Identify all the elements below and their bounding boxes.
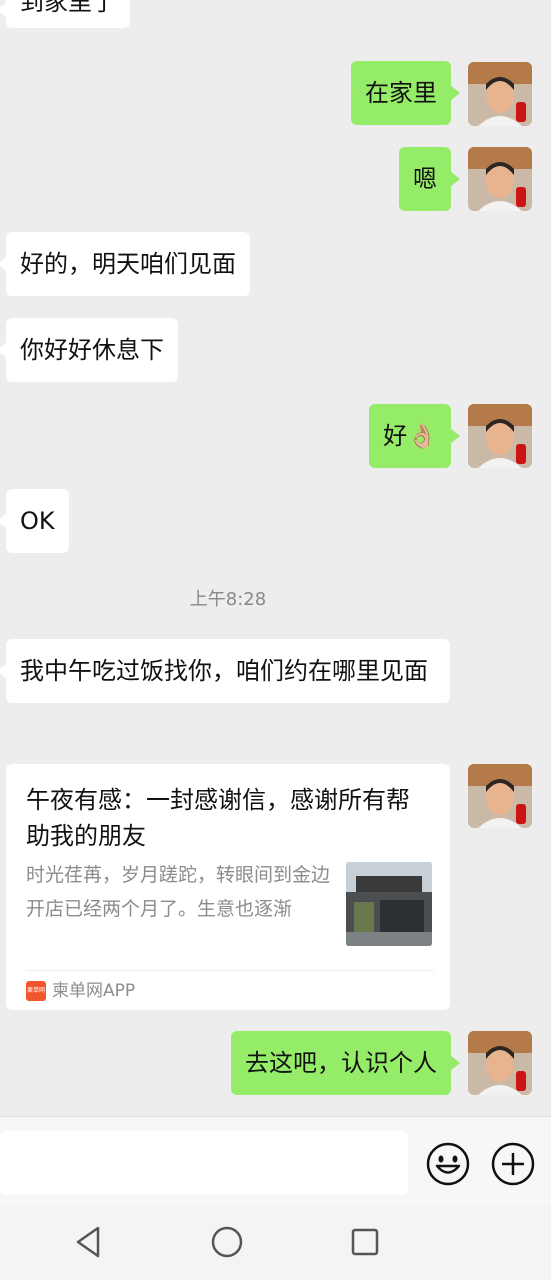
article-title: 午夜有感：一封感谢信，感谢所有帮助我的朋友 (26, 786, 410, 850)
article-source: 柬单网 柬单网APP (26, 980, 135, 1002)
triangle-back-icon (76, 1226, 100, 1258)
back-button[interactable] (70, 1222, 110, 1262)
card-divider (26, 970, 434, 971)
message-text: 到家里了 (20, 0, 116, 16)
my-avatar[interactable] (468, 404, 532, 468)
article-description: 时光荏苒，岁月蹉跎，转眼间到金边开店已经两个月了。生意也逐渐 (26, 864, 331, 920)
message-text: OK (20, 507, 55, 535)
article-thumbnail (346, 862, 432, 946)
home-button[interactable] (207, 1222, 247, 1262)
plus-circle-icon (491, 1142, 535, 1186)
message-input[interactable] (0, 1131, 408, 1195)
my-avatar[interactable] (468, 764, 532, 828)
chat-input-bar (0, 1116, 551, 1206)
avatar-photo-icon (468, 147, 532, 211)
my-avatar[interactable] (468, 62, 532, 126)
incoming-message-bubble[interactable]: 好的，明天咱们见面 (0, 232, 250, 296)
smiley-face-icon (426, 1142, 470, 1186)
incoming-message-bubble[interactable]: 到家里了 (0, 0, 130, 28)
avatar-photo-icon (468, 62, 532, 126)
message-text: 我中午吃过饭找你，咱们约在哪里见面 (20, 657, 428, 685)
outgoing-message-bubble[interactable]: 好👌🏼 (369, 404, 460, 468)
my-avatar[interactable] (468, 1031, 532, 1095)
avatar-photo-icon (468, 1031, 532, 1095)
message-text: 嗯 (413, 165, 437, 193)
chat-message-list[interactable]: 到家里了 在家里 嗯 好的，明天咱们见面 你好好休息下 好👌🏼 OK 上午8:2… (0, 0, 551, 1116)
message-text: 好的，明天咱们见面 (20, 250, 236, 278)
incoming-message-bubble[interactable]: OK (0, 489, 69, 553)
emoji-button[interactable] (425, 1141, 471, 1187)
message-text: 在家里 (365, 79, 437, 107)
source-app-logo: 柬单网 (26, 981, 46, 1001)
outgoing-message-bubble[interactable]: 去这吧，认识个人 (231, 1031, 460, 1095)
circle-home-icon (211, 1226, 243, 1258)
message-text: 去这吧，认识个人 (245, 1049, 437, 1077)
incoming-message-bubble[interactable]: 我中午吃过饭找你，咱们约在哪里见面 (0, 639, 450, 703)
incoming-message-bubble[interactable]: 你好好休息下 (0, 318, 178, 382)
outgoing-message-bubble[interactable]: 在家里 (351, 61, 460, 125)
square-recent-icon (351, 1228, 379, 1256)
recent-apps-button[interactable] (345, 1222, 385, 1262)
outgoing-message-bubble[interactable]: 嗯 (399, 147, 460, 211)
more-actions-button[interactable] (490, 1141, 536, 1187)
shared-article-card[interactable]: 午夜有感：一封感谢信，感谢所有帮助我的朋友 时光荏苒，岁月蹉跎，转眼间到金边开店… (6, 764, 450, 1010)
avatar-photo-icon (468, 404, 532, 468)
source-name: 柬单网APP (52, 981, 136, 1001)
system-navigation-bar (0, 1206, 551, 1280)
avatar-photo-icon (468, 764, 532, 828)
message-timestamp: 上午8:28 (189, 589, 267, 610)
message-text: 好👌🏼 (383, 422, 437, 450)
my-avatar[interactable] (468, 147, 532, 211)
message-text: 你好好休息下 (20, 336, 164, 364)
